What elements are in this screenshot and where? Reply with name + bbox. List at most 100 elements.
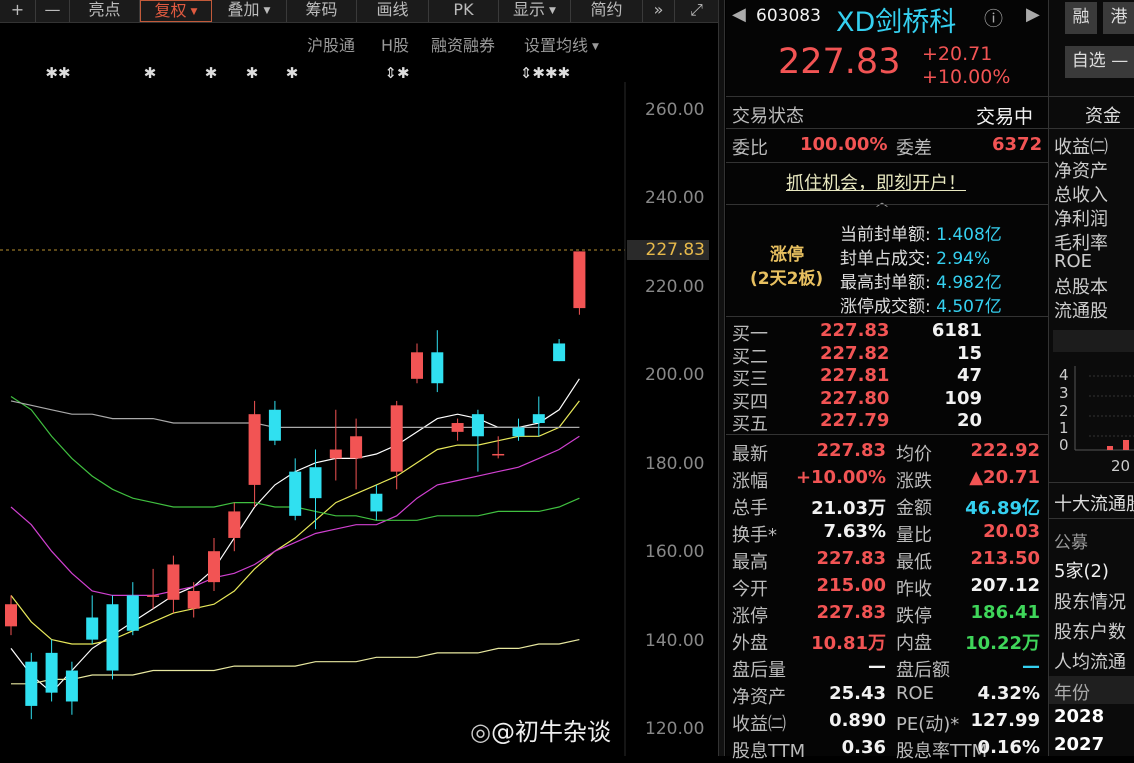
candle-body	[45, 652, 58, 693]
divider	[1049, 518, 1134, 519]
seal-label: 当前封单额:	[840, 225, 931, 245]
candle-body	[248, 414, 261, 485]
y-tick-label: 180.00	[645, 454, 705, 474]
seal-label: 封单占成交:	[840, 249, 931, 269]
info-icon[interactable]: ⓘ	[984, 4, 1003, 31]
highlights-button[interactable]: 亮点	[70, 0, 140, 22]
chevron-down-icon: ▼	[549, 6, 556, 16]
panel-splitter[interactable]	[718, 0, 725, 756]
candle-body	[451, 423, 464, 432]
event-marker[interactable]: ✱	[246, 64, 259, 82]
stat-value: 10.22万	[965, 633, 1040, 654]
stat-value: 186.41	[970, 602, 1040, 623]
overlay-button[interactable]: 叠加 ▼	[212, 0, 287, 22]
seal-label: 涨停成交额:	[840, 297, 931, 317]
zoom-in-button[interactable]: +	[0, 0, 36, 22]
holder-link[interactable]: 股东情况	[1054, 588, 1126, 614]
max-seal-row: 最高封单额: 4.982亿	[840, 268, 1002, 293]
limit-up-days: (2天2板)	[750, 269, 824, 289]
candlestick-chart[interactable]: ✱✱ ✱ ✱ ✱ ✱ ⇕✱ ⇕✱✱✱	[0, 22, 718, 756]
fast-forward-icon[interactable]: »	[643, 0, 675, 22]
stock-name: XD剑桥科	[836, 7, 957, 38]
stat-value: —	[868, 656, 886, 677]
year-title: 年份	[1054, 683, 1090, 704]
stat-label: 最高	[732, 552, 768, 573]
info-row: 收益㈡	[1054, 137, 1108, 158]
zoom-out-button[interactable]: —	[36, 0, 70, 22]
event-marker[interactable]: ✱	[144, 64, 157, 82]
stat-value: 10.81万	[811, 633, 886, 654]
trade-status-value: 交易中	[976, 106, 1034, 128]
year-row: 2028	[1054, 706, 1105, 727]
stock-code: 603083	[756, 6, 821, 26]
candle-body	[532, 414, 545, 424]
stat-value: 21.03万	[811, 498, 886, 519]
info-row: 净资产	[1054, 161, 1108, 182]
candle-body	[208, 551, 220, 583]
watermark-text: @初牛杂谈	[490, 718, 611, 746]
holder-link[interactable]: 人均流通	[1054, 648, 1126, 674]
stat-value: 4.32%	[977, 683, 1040, 704]
y-tick-label: 160.00	[645, 542, 705, 562]
stat-value: 25.43	[829, 683, 886, 704]
info-row: 净利润	[1054, 209, 1108, 230]
candle-body	[492, 453, 505, 456]
seal-value: 4.982亿	[936, 273, 1002, 293]
event-markers: ✱✱ ✱ ✱ ✱ ✱ ⇕✱ ⇕✱✱✱	[45, 64, 570, 82]
adjust-rights-button[interactable]: 复权 ▼	[140, 0, 212, 22]
next-stock-icon[interactable]: ▶	[1026, 4, 1040, 25]
stat-label: 外盘	[732, 633, 768, 654]
divider	[726, 162, 1048, 163]
weicha-value: 6372	[992, 134, 1043, 155]
event-marker[interactable]: ⇕✱✱✱	[520, 64, 570, 82]
stat-label: 最低	[896, 552, 932, 573]
draw-line-button[interactable]: 画线	[357, 0, 429, 22]
divider	[726, 96, 1048, 97]
tab-capital[interactable]: 资金	[1085, 102, 1121, 128]
y-tick-label: 120.00	[645, 719, 705, 739]
event-marker[interactable]: ✱	[205, 64, 218, 82]
chevron-down-icon: ▼	[263, 6, 271, 16]
collapse-icon[interactable]: ︿	[876, 193, 888, 210]
stat-label: 涨停	[732, 606, 768, 627]
prev-stock-icon[interactable]: ◀	[732, 4, 746, 25]
adjust-rights-label: 复权	[154, 1, 187, 20]
ma-line	[10, 400, 580, 645]
stat-label: 盘后量	[732, 660, 786, 681]
info-row: ROE	[1054, 251, 1093, 272]
margin-button[interactable]: 融	[1065, 2, 1097, 34]
stat-value: 7.63%	[823, 521, 886, 542]
divider	[1049, 128, 1134, 129]
divider	[726, 128, 1048, 129]
hk-button[interactable]: 港	[1103, 2, 1134, 34]
simple-button[interactable]: 简约	[571, 0, 643, 22]
event-marker[interactable]: ✱	[286, 64, 299, 82]
mini-axis-label: 2	[1059, 402, 1069, 420]
stat-label: 昨收	[896, 579, 932, 600]
mini-bar	[1123, 440, 1129, 450]
event-marker[interactable]: ✱✱	[45, 64, 70, 82]
candle-body	[106, 604, 119, 671]
divider	[1049, 482, 1134, 483]
pk-button[interactable]: PK	[429, 0, 499, 22]
chips-button[interactable]: 筹码	[287, 0, 357, 22]
weibo-icon: ◎	[470, 718, 491, 746]
stat-label: 跌停	[896, 606, 932, 627]
right-info-panel: 融 港 自选 — 资金 收益㈡ 净资产 总收入 净利润 毛利率 ROE 总股本 …	[1048, 0, 1134, 756]
display-button[interactable]: 显示 ▼	[499, 0, 571, 22]
open-account-link[interactable]: 抓住机会，即刻开户！	[786, 169, 966, 195]
year-row: 2027	[1054, 734, 1105, 755]
event-marker[interactable]: ⇕✱	[384, 64, 409, 82]
stat-label: 均价	[896, 444, 932, 465]
top10-holders-tab[interactable]: 十大流通股	[1054, 490, 1134, 516]
expand-icon[interactable]: ⤢	[675, 0, 718, 22]
holder-link[interactable]: 股东户数	[1054, 618, 1126, 644]
bid-price: 227.80	[820, 387, 890, 409]
watermark: ◎@初牛杂谈	[470, 712, 611, 747]
stat-value: 0.36	[841, 737, 886, 758]
mini-axis-label: 1	[1059, 419, 1069, 437]
candle-body	[65, 670, 78, 702]
seal-value: 2.94%	[936, 249, 991, 269]
watchlist-button[interactable]: 自选 —	[1065, 46, 1134, 78]
bid-volume: 6181	[931, 320, 982, 341]
